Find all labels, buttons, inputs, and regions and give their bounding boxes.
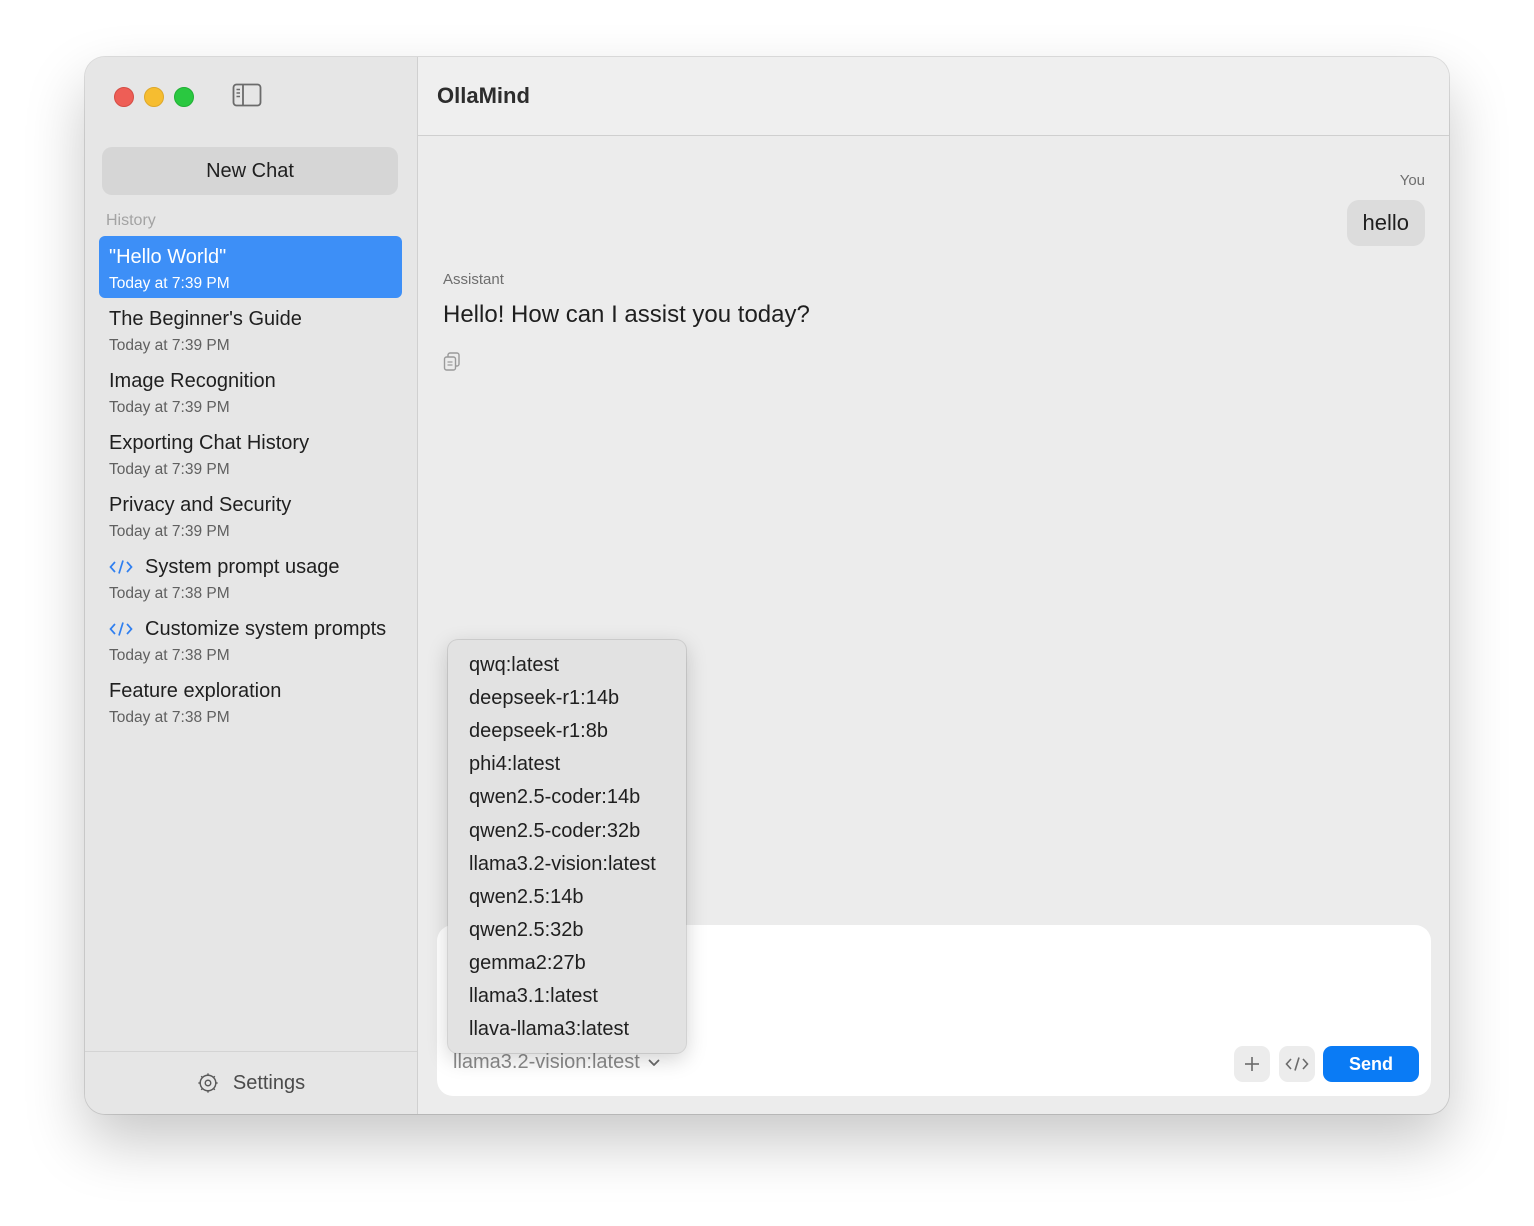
- model-option[interactable]: qwen2.5-coder:14b: [448, 781, 686, 814]
- history-item-time: Today at 7:39 PM: [109, 523, 230, 540]
- model-dropdown-menu: qwq:latest deepseek-r1:14b deepseek-r1:8b p…: [448, 640, 686, 1053]
- history-item-title-row: Feature exploration: [109, 677, 392, 705]
- model-option[interactable]: qwen2.5:32b: [448, 914, 686, 947]
- model-option[interactable]: deepseek-r1:14b: [448, 682, 686, 715]
- history-item-title: Privacy and Security: [109, 493, 292, 516]
- history-item-time: Today at 7:38 PM: [109, 709, 230, 726]
- attach-button[interactable]: [1234, 1046, 1270, 1082]
- history-item[interactable]: The Beginner's Guide Today at 7:39 PM: [99, 298, 402, 360]
- model-option[interactable]: llava-llama3:latest: [448, 1013, 686, 1046]
- model-option[interactable]: gemma2:27b: [448, 947, 686, 980]
- history-item-title: System prompt usage: [145, 555, 340, 578]
- app-window: New Chat History "Hello World" Today at 7…: [85, 57, 1449, 1114]
- model-option[interactable]: llama3.1:latest: [448, 980, 686, 1013]
- code-icon: [109, 560, 133, 574]
- history-item[interactable]: Exporting Chat History Today at 7:39 PM: [99, 422, 402, 484]
- chevron-down-icon: [648, 1059, 660, 1066]
- history-section-label: History: [106, 212, 156, 229]
- history-item[interactable]: System prompt usage Today at 7:38 PM: [99, 546, 402, 608]
- user-message-bubble: hello: [1346, 200, 1425, 246]
- assistant-label: Assistant: [443, 271, 504, 288]
- history-item-time: Today at 7:39 PM: [109, 461, 230, 478]
- model-option[interactable]: llama3.2-vision:latest: [448, 848, 686, 881]
- history-item-title-row: "Hello World": [109, 243, 392, 271]
- gear-icon: [198, 1073, 218, 1093]
- history-item[interactable]: Customize system prompts Today at 7:38 PM: [99, 608, 402, 670]
- copy-icon[interactable]: [443, 352, 461, 372]
- history-item-time: Today at 7:39 PM: [109, 337, 230, 354]
- history-item-title-row: Customize system prompts: [109, 615, 392, 643]
- history-item-title-row: Image Recognition: [109, 367, 392, 395]
- code-icon: [109, 622, 133, 636]
- model-selector-value: llama3.2-vision:latest: [453, 1051, 640, 1073]
- window-title: OllaMind: [418, 57, 1449, 136]
- model-option[interactable]: deepseek-r1:8b: [448, 715, 686, 748]
- send-button[interactable]: Send: [1323, 1046, 1419, 1082]
- history-item-title: Feature exploration: [109, 679, 282, 702]
- new-chat-button[interactable]: New Chat: [102, 147, 398, 195]
- history-item-title: Image Recognition: [109, 369, 276, 392]
- history-item[interactable]: Privacy and Security Today at 7:39 PM: [99, 484, 402, 546]
- assistant-message: Hello! How can I assist you today?: [443, 301, 810, 328]
- user-label: You: [1399, 172, 1425, 189]
- history-item-title-row: The Beginner's Guide: [109, 305, 392, 333]
- history-item-title-row: Privacy and Security: [109, 491, 392, 519]
- minimize-window-button[interactable]: [144, 87, 164, 107]
- model-option[interactable]: phi4:latest: [448, 748, 686, 781]
- history-item-title: The Beginner's Guide: [109, 307, 302, 330]
- maximize-window-button[interactable]: [174, 87, 194, 107]
- history-item-time: Today at 7:39 PM: [109, 399, 230, 416]
- system-prompt-button[interactable]: [1279, 1046, 1315, 1082]
- model-selector[interactable]: llama3.2-vision:latest: [453, 1051, 660, 1074]
- settings-label: Settings: [232, 1071, 306, 1094]
- history-item[interactable]: "Hello World" Today at 7:39 PM: [99, 236, 402, 298]
- history-item-time: Today at 7:39 PM: [109, 275, 230, 292]
- code-icon: [1285, 1057, 1309, 1071]
- sidebar-toggle-icon[interactable]: [232, 83, 262, 107]
- history-item-title: "Hello World": [109, 245, 227, 268]
- history-item-title: Exporting Chat History: [109, 431, 310, 454]
- model-option[interactable]: qwen2.5:14b: [448, 881, 686, 914]
- history-item-title: Customize system prompts: [145, 617, 387, 640]
- history-item[interactable]: Image Recognition Today at 7:39 PM: [99, 360, 402, 422]
- history-item-title-row: Exporting Chat History: [109, 429, 392, 457]
- plus-icon: [1245, 1057, 1259, 1071]
- settings-button[interactable]: Settings: [85, 1051, 417, 1114]
- model-option[interactable]: qwq:latest: [448, 649, 686, 682]
- model-option[interactable]: qwen2.5-coder:32b: [448, 814, 686, 847]
- history-item-time: Today at 7:38 PM: [109, 647, 230, 664]
- sidebar: New Chat History "Hello World" Today at 7…: [85, 57, 418, 1114]
- history-item-time: Today at 7:38 PM: [109, 585, 230, 602]
- history-item-title-row: System prompt usage: [109, 553, 392, 581]
- close-window-button[interactable]: [114, 87, 134, 107]
- history-list: "Hello World" Today at 7:39 PM The Beginne…: [99, 236, 402, 732]
- history-item[interactable]: Feature exploration Today at 7:38 PM: [99, 670, 402, 732]
